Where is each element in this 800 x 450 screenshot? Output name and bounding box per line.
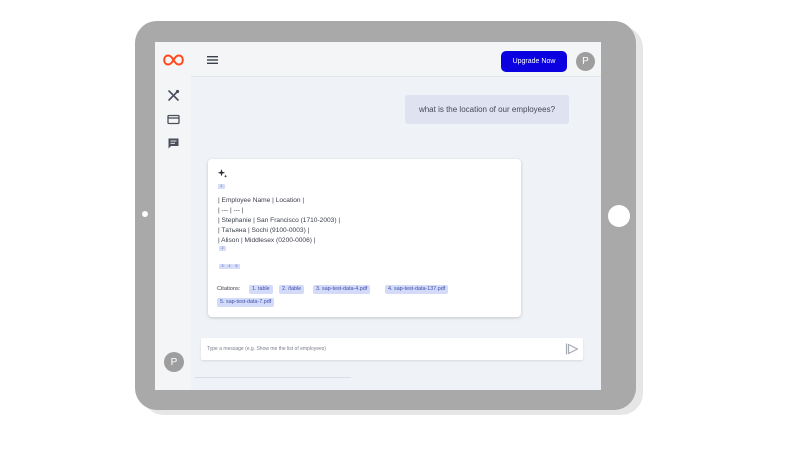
table-line: | Stephanie | San Francisco (1710-2003) … [218, 217, 341, 224]
table-line: | Alison | Middlesex (0200-0006) | [218, 237, 316, 244]
tablet-home-button [608, 205, 630, 227]
reference-marker[interactable]: 1 [218, 184, 225, 189]
sidebar: P [155, 42, 191, 390]
reference-marker[interactable]: 3 [219, 264, 226, 269]
sparkle-icon [217, 169, 228, 178]
card-icon[interactable] [167, 113, 180, 126]
tablet-camera [142, 211, 148, 217]
user-message-bubble: what is the location of our employees? [405, 95, 569, 124]
message-input[interactable] [207, 342, 547, 356]
user-avatar-header[interactable]: P [576, 52, 595, 71]
bot-response-card: 1 | Employee Name | Location | | --- | -… [208, 159, 521, 317]
citation-chip[interactable]: 3. sap-test-data-4.pdf [313, 285, 371, 294]
chat-icon[interactable] [167, 137, 180, 150]
chat-area: what is the location of our employees? 1… [191, 77, 601, 390]
upgrade-now-button[interactable]: Upgrade Now [501, 51, 567, 72]
message-composer [201, 338, 583, 360]
citation-chip[interactable]: 1. table [249, 285, 273, 294]
citation-chip[interactable]: 4. sap-test-data-137.pdf [385, 285, 449, 294]
reference-marker[interactable]: 4 [226, 264, 233, 269]
divider [195, 377, 351, 378]
app-screen: P Upgrade Now P what is the location of … [155, 42, 601, 390]
reference-marker[interactable]: 2 [219, 246, 226, 251]
user-avatar-sidebar[interactable]: P [164, 352, 184, 372]
infinity-logo[interactable] [163, 53, 184, 67]
top-header: Upgrade Now P [191, 42, 601, 77]
citation-chip[interactable]: 5. sap-test-data-7.pdf [217, 298, 275, 307]
citations-label: Citations: [217, 286, 241, 292]
tools-icon[interactable] [167, 89, 180, 102]
send-icon[interactable] [565, 342, 579, 356]
table-line: | Employee Name | Location | [218, 197, 305, 204]
menu-icon[interactable] [207, 56, 218, 64]
table-line: | --- | --- | [218, 207, 244, 214]
table-line: | Татьяна | Sochi (9100-0003) | [218, 227, 310, 234]
reference-marker[interactable]: 5 [233, 264, 240, 269]
citation-chip[interactable]: 2. /table [279, 285, 305, 294]
